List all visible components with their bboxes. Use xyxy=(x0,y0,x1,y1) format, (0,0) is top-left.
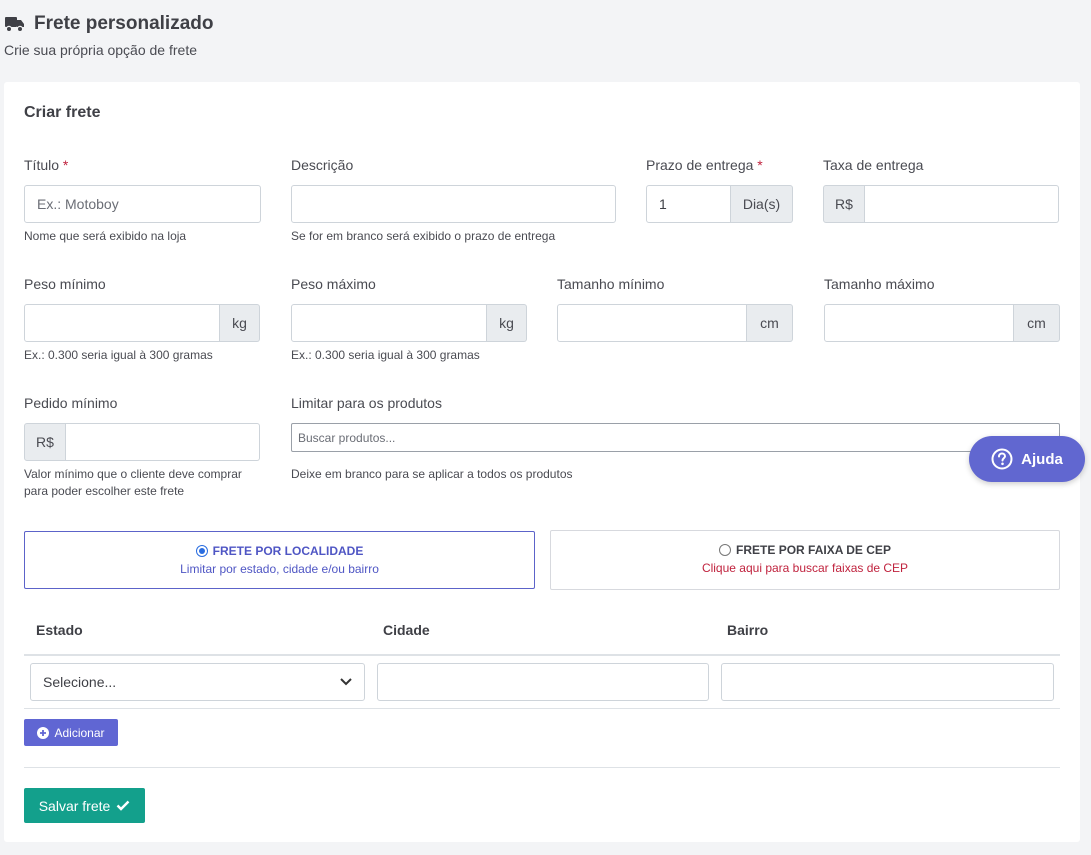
table-header-estado: Estado xyxy=(36,622,83,638)
tam-min-input[interactable] xyxy=(557,304,747,342)
peso-max-label: Peso máximo xyxy=(291,276,376,292)
option-localidade-title: FRETE POR LOCALIDADE xyxy=(25,544,534,558)
estado-select-value: Selecione... xyxy=(43,674,117,690)
produtos-search-input[interactable]: Buscar produtos... xyxy=(291,423,1060,452)
option-cep-subtitle: Clique aqui para buscar faixas de CEP xyxy=(701,561,909,575)
peso-min-help: Ex.: 0.300 seria igual à 300 gramas xyxy=(24,348,213,362)
card-title: Criar frete xyxy=(24,104,101,121)
add-button[interactable]: Adicionar xyxy=(24,719,118,746)
taxa-input[interactable] xyxy=(865,185,1059,223)
tam-min-label: Tamanho mínimo xyxy=(557,276,665,292)
pedido-min-label: Pedido mínimo xyxy=(24,395,118,411)
question-circle-icon xyxy=(991,448,1013,470)
table-row-divider xyxy=(24,708,1060,709)
taxa-group: R$ xyxy=(823,185,1059,223)
radio-cep[interactable] xyxy=(719,544,732,556)
option-localidade-subtitle: Limitar por estado, cidade e/ou bairro xyxy=(180,562,379,576)
peso-min-addon: kg xyxy=(220,304,260,342)
chevron-down-icon xyxy=(340,678,352,686)
prazo-addon: Dia(s) xyxy=(731,185,793,223)
estado-select[interactable]: Selecione... xyxy=(30,663,365,701)
page-subtitle: Crie sua própria opção de frete xyxy=(4,42,197,58)
taxa-prefix: R$ xyxy=(823,185,865,223)
help-button-label: Ajuda xyxy=(1021,450,1063,468)
peso-max-help: Ex.: 0.300 seria igual à 300 gramas xyxy=(291,348,480,362)
peso-min-group: kg xyxy=(24,304,260,342)
pedido-min-prefix: R$ xyxy=(24,423,66,461)
titulo-help: Nome que será exibido na loja xyxy=(24,229,187,243)
form-card: Criar frete Título * Ex.: Motoboy Nome q… xyxy=(4,82,1080,842)
tam-max-input[interactable] xyxy=(824,304,1014,342)
add-button-label: Adicionar xyxy=(54,725,105,740)
titulo-input[interactable]: Ex.: Motoboy xyxy=(24,185,261,223)
save-button[interactable]: Salvar frete xyxy=(24,788,145,823)
descricao-label: Descrição xyxy=(291,157,354,173)
help-button[interactable]: Ajuda xyxy=(969,436,1085,482)
prazo-label: Prazo de entrega * xyxy=(646,157,763,173)
prazo-input[interactable]: 1 xyxy=(646,185,731,223)
taxa-label: Taxa de entrega xyxy=(823,157,924,173)
titulo-label: Título * xyxy=(24,157,69,173)
tam-max-label: Tamanho máximo xyxy=(824,276,935,292)
produtos-label: Limitar para os produtos xyxy=(291,395,442,411)
descricao-help: Se for em branco será exibido o prazo de… xyxy=(291,229,556,243)
bairro-input[interactable] xyxy=(721,663,1054,701)
option-frete-localidade[interactable]: FRETE POR LOCALIDADE Limitar por estado,… xyxy=(24,531,535,589)
pedido-min-help: Valor mínimo que o cliente deve comprar … xyxy=(24,467,242,498)
plus-circle-icon xyxy=(37,726,50,739)
tam-max-group: cm xyxy=(824,304,1060,342)
tam-max-addon: cm xyxy=(1014,304,1060,342)
table-header-bairro: Bairro xyxy=(727,622,769,638)
check-icon xyxy=(116,800,130,811)
truck-icon xyxy=(4,15,26,33)
cidade-input[interactable] xyxy=(377,663,709,701)
page-title-text: Frete personalizado xyxy=(34,13,214,34)
tam-min-group: cm xyxy=(557,304,793,342)
option-cep-title: FRETE POR FAIXA DE CEP xyxy=(551,543,1059,557)
prazo-group: 1 Dia(s) xyxy=(646,185,793,223)
pedido-min-group: R$ xyxy=(24,423,260,461)
peso-min-input[interactable] xyxy=(24,304,220,342)
table-header-cidade: Cidade xyxy=(383,622,430,638)
tam-min-addon: cm xyxy=(747,304,793,342)
radio-localidade[interactable] xyxy=(195,545,208,557)
option-frete-cep[interactable]: FRETE POR FAIXA DE CEP Clique aqui para … xyxy=(550,530,1060,590)
peso-max-addon: kg xyxy=(487,304,527,342)
pedido-min-input[interactable] xyxy=(66,423,260,461)
page-title: Frete personalizado xyxy=(4,13,214,35)
table-header-divider xyxy=(24,654,1060,656)
peso-min-label: Peso mínimo xyxy=(24,276,106,292)
save-button-label: Salvar frete xyxy=(38,797,111,814)
peso-max-group: kg xyxy=(291,304,527,342)
peso-max-input[interactable] xyxy=(291,304,487,342)
produtos-help: Deixe em branco para se aplicar a todos … xyxy=(291,467,573,481)
footer-divider xyxy=(24,767,1060,768)
descricao-input[interactable] xyxy=(291,185,616,223)
